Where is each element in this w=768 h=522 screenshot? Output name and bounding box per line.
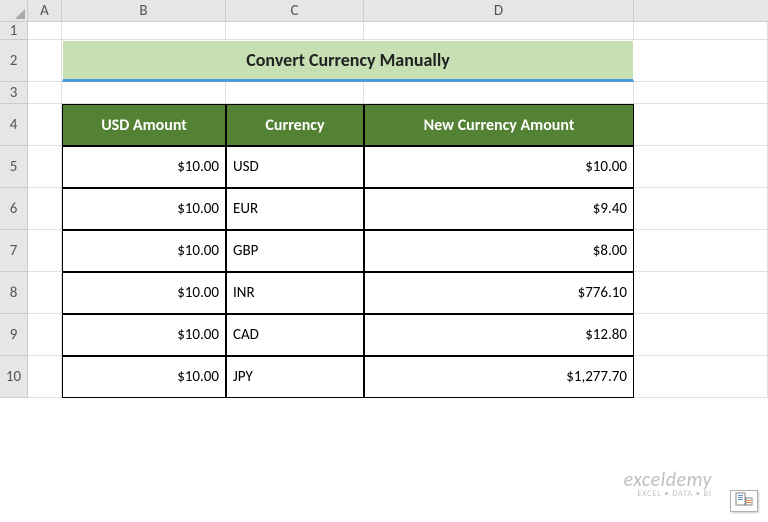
cell-a8[interactable] [28,272,62,314]
cell-currency-6[interactable]: EUR [226,188,364,230]
table-header-currency[interactable]: Currency [226,104,364,146]
cell-blank-9[interactable] [634,314,768,356]
cell-currency-9[interactable]: CAD [226,314,364,356]
row-header-5[interactable]: 5 [0,146,28,188]
cell-blank-5[interactable] [634,146,768,188]
cell-usd-7[interactable]: $10.00 [62,230,226,272]
cell-currency-10[interactable]: JPY [226,356,364,398]
cell-amount-6[interactable]: $9.40 [364,188,634,230]
cell-c3[interactable] [226,82,364,104]
watermark-tagline: EXCEL • DATA • BI [624,490,712,498]
cell-d1[interactable] [364,22,634,40]
cell-blank-3[interactable] [634,82,768,104]
spreadsheet-grid: A B C D 1 2 Convert Currency Manually 3 … [0,0,768,398]
cell-currency-7[interactable]: GBP [226,230,364,272]
row-header-10[interactable]: 10 [0,356,28,398]
row-header-3[interactable]: 3 [0,82,28,104]
cell-currency-8[interactable]: INR [226,272,364,314]
table-header-amount[interactable]: New Currency Amount [364,104,634,146]
cell-amount-8[interactable]: $776.10 [364,272,634,314]
cell-blank-2[interactable] [634,40,768,82]
cell-blank-4[interactable] [634,104,768,146]
cell-amount-7[interactable]: $8.00 [364,230,634,272]
row-header-7[interactable]: 7 [0,230,28,272]
cell-a4[interactable] [28,104,62,146]
cell-currency-5[interactable]: USD [226,146,364,188]
cell-a3[interactable] [28,82,62,104]
cell-a1[interactable] [28,22,62,40]
row-header-2[interactable]: 2 [0,40,28,82]
select-all-corner[interactable] [0,0,28,22]
cell-a2[interactable] [28,40,62,82]
cell-a10[interactable] [28,356,62,398]
col-header-c[interactable]: C [226,0,364,22]
cell-usd-9[interactable]: $10.00 [62,314,226,356]
cell-blank-6[interactable] [634,188,768,230]
row-header-6[interactable]: 6 [0,188,28,230]
row-header-1[interactable]: 1 [0,22,28,40]
cell-d3[interactable] [364,82,634,104]
cell-b3[interactable] [62,82,226,104]
col-header-blank [634,0,768,22]
row-header-9[interactable]: 9 [0,314,28,356]
cell-usd-10[interactable]: $10.00 [62,356,226,398]
clipboard-icon [735,492,753,511]
row-header-4[interactable]: 4 [0,104,28,146]
col-header-b[interactable]: B [62,0,226,22]
cell-blank-7[interactable] [634,230,768,272]
title-cell[interactable]: Convert Currency Manually [62,40,634,82]
cell-a5[interactable] [28,146,62,188]
cell-amount-5[interactable]: $10.00 [364,146,634,188]
cell-a7[interactable] [28,230,62,272]
col-header-d[interactable]: D [364,0,634,22]
watermark-brand: exceldemy [624,470,712,490]
cell-blank-8[interactable] [634,272,768,314]
cell-usd-5[interactable]: $10.00 [62,146,226,188]
cell-b1[interactable] [62,22,226,40]
cell-amount-10[interactable]: $1,277.70 [364,356,634,398]
cell-a9[interactable] [28,314,62,356]
cell-usd-8[interactable]: $10.00 [62,272,226,314]
paste-options-button[interactable] [730,490,758,512]
watermark: exceldemy EXCEL • DATA • BI [624,470,712,498]
col-header-a[interactable]: A [28,0,62,22]
row-header-8[interactable]: 8 [0,272,28,314]
cell-amount-9[interactable]: $12.80 [364,314,634,356]
cell-c1[interactable] [226,22,364,40]
cell-blank-1[interactable] [634,22,768,40]
cell-usd-6[interactable]: $10.00 [62,188,226,230]
table-header-usd[interactable]: USD Amount [62,104,226,146]
cell-a6[interactable] [28,188,62,230]
cell-blank-10[interactable] [634,356,768,398]
